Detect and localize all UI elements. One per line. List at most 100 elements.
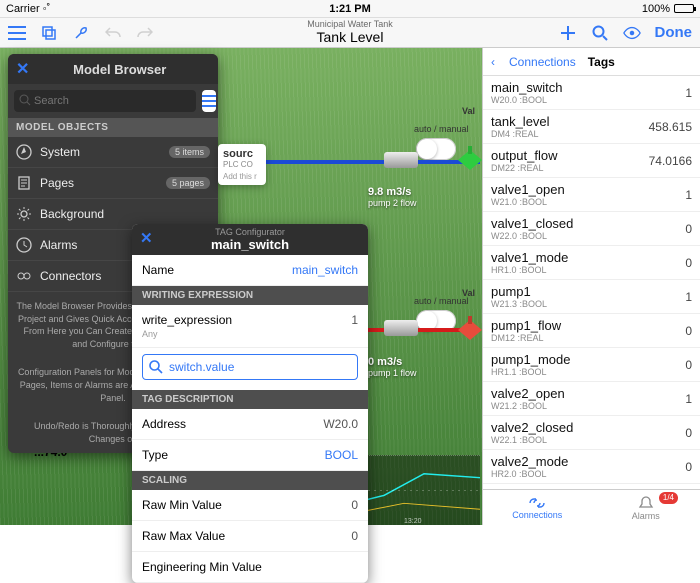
- cfg-subtitle: TAG Configurator: [138, 227, 362, 237]
- tag-name: valve2_open: [491, 386, 565, 401]
- battery-pct: 100%: [642, 3, 670, 15]
- tags-panel: ‹ Connections Tags main_switchW20.0 :BOO…: [482, 48, 700, 525]
- copy-icon[interactable]: [40, 24, 58, 42]
- close-icon[interactable]: ✕: [16, 59, 29, 79]
- tag-name: main_switch: [491, 80, 563, 95]
- redo-icon[interactable]: [136, 24, 154, 42]
- tag-meta: HR1.0 :BOOL: [491, 265, 568, 275]
- tag-name: valve1_open: [491, 182, 565, 197]
- tag-row[interactable]: pump1W21.3 :BOOL1: [483, 280, 700, 314]
- valve-label-2: Val: [462, 288, 475, 298]
- tag-name: pump1_flow: [491, 318, 561, 333]
- tag-value: 458.615: [649, 120, 692, 134]
- tag-row[interactable]: valve1_closedW22.0 :BOOL0: [483, 212, 700, 246]
- toggle-1[interactable]: [416, 138, 456, 160]
- tag-value: 0: [685, 222, 692, 236]
- cfg-rawmin-row[interactable]: Raw Min Value0: [132, 490, 368, 521]
- tag-name: pump1_mode: [491, 352, 571, 367]
- tag-name: output_flow: [491, 148, 558, 163]
- tag-value: 74.0166: [649, 154, 692, 168]
- status-bar: Carrier ◦˚ 1:21 PM 100%: [0, 0, 700, 18]
- close-icon[interactable]: ✕: [140, 229, 153, 247]
- tab-connections[interactable]: Connections: [483, 490, 592, 525]
- flow2: 0 m3/s: [368, 356, 402, 368]
- page-title: Tank Level: [307, 30, 393, 45]
- clock-icon: [16, 237, 32, 253]
- clock: 1:21 PM: [329, 3, 371, 15]
- count-pill: 5 items: [169, 146, 210, 158]
- connections-link[interactable]: Connections: [509, 55, 576, 69]
- automanual-label: auto / manual: [414, 124, 469, 134]
- tag-row[interactable]: pump1_modeHR1.1 :BOOL 0: [483, 348, 700, 382]
- browser-item-label: System: [40, 145, 161, 159]
- tag-value: 0: [685, 324, 692, 338]
- tag-value: 0: [685, 256, 692, 270]
- tag-list[interactable]: main_switchW20.0 :BOOL 1 tank_levelDM4 :RE…: [483, 76, 700, 489]
- cfg-type-row[interactable]: TypeBOOL: [132, 440, 368, 471]
- tag-value: 1: [685, 188, 692, 202]
- tag-name: valve1_mode: [491, 250, 568, 265]
- tag-meta: W21.2 :BOOL: [491, 401, 565, 411]
- tags-heading: Tags: [588, 55, 615, 69]
- expression-input[interactable]: [142, 354, 358, 380]
- browser-item-system[interactable]: System 5 items: [8, 137, 218, 168]
- tag-row[interactable]: valve2_closedW22.1 :BOOL0: [483, 416, 700, 450]
- add-icon[interactable]: [559, 24, 577, 42]
- tag-row[interactable]: pump1_flowDM12 :REAL 0: [483, 314, 700, 348]
- flow2-sub: pump 1 flow: [368, 368, 417, 378]
- toolbar: Municipal Water Tank Tank Level Done: [0, 18, 700, 48]
- back-chevron-icon[interactable]: ‹: [491, 55, 495, 69]
- tag-row[interactable]: valve2_openW21.2 :BOOL1: [483, 382, 700, 416]
- tag-row[interactable]: main_switchW20.0 :BOOL 1: [483, 76, 700, 110]
- tag-meta: DM12 :REAL: [491, 333, 561, 343]
- cfg-name-row[interactable]: Name main_switch: [132, 255, 368, 286]
- source-desc: Add this r: [223, 172, 261, 181]
- tag-meta: HR2.0 :BOOL: [491, 469, 568, 479]
- svg-text:13:20: 13:20: [404, 518, 422, 525]
- menu-icon[interactable]: [8, 24, 26, 42]
- valve-label-1: Val: [462, 106, 475, 116]
- tag-value: 0: [685, 460, 692, 474]
- search-icon[interactable]: [591, 24, 609, 42]
- tag-value: 0: [685, 358, 692, 372]
- cfg-title: main_switch: [138, 237, 362, 252]
- source-popup[interactable]: sourc PLC CO Add this r: [218, 144, 266, 185]
- tag-row[interactable]: valve2_modeHR2.0 :BOOL0: [483, 450, 700, 484]
- undo-icon[interactable]: [104, 24, 122, 42]
- eye-icon[interactable]: [623, 24, 641, 42]
- section-tag-description: TAG DESCRIPTION: [132, 390, 368, 409]
- link-icon: [528, 496, 546, 510]
- cfg-write-expression[interactable]: write_expression 1 Any: [132, 305, 368, 348]
- gear-icon: [16, 206, 32, 222]
- cfg-address-row[interactable]: AddressW20.0: [132, 409, 368, 440]
- tag-value: 1: [685, 86, 692, 100]
- expression-field[interactable]: [169, 360, 351, 374]
- tag-row[interactable]: output_flowDM22 :REAL74.0166: [483, 144, 700, 178]
- list-toggle-icon[interactable]: [202, 90, 216, 112]
- flow1: 9.8 m3/s: [368, 186, 411, 198]
- browser-item-pages[interactable]: Pages5 pages: [8, 168, 218, 199]
- bell-icon: [638, 495, 654, 511]
- flow1-sub: pump 2 flow: [368, 198, 417, 208]
- done-button[interactable]: Done: [655, 24, 693, 41]
- tag-row[interactable]: valve1_openW21.0 :BOOL1: [483, 178, 700, 212]
- tag-meta: W20.0 :BOOL: [491, 95, 563, 105]
- search-input[interactable]: [14, 90, 196, 112]
- section-writing-expression: WRITING EXPRESSION: [132, 286, 368, 305]
- tag-name: pump1: [491, 284, 547, 299]
- tag-meta: W22.0 :BOOL: [491, 231, 573, 241]
- compass-icon: [16, 144, 32, 160]
- cfg-rawmax-row[interactable]: Raw Max Value0: [132, 521, 368, 552]
- wrench-icon[interactable]: [72, 24, 90, 42]
- tag-value: 1: [685, 290, 692, 304]
- tag-name: tank_level: [491, 114, 550, 129]
- tab-alarms[interactable]: Alarms 1/4: [592, 490, 700, 525]
- cfg-engmin-row[interactable]: Engineering Min Value: [132, 552, 368, 583]
- browser-item-label: Background: [40, 207, 210, 221]
- tag-row[interactable]: valve1_modeHR1.0 :BOOL 0: [483, 246, 700, 280]
- search-icon: [19, 94, 31, 106]
- tag-configurator[interactable]: ✕ TAG Configurator main_switch Name main…: [132, 224, 368, 583]
- tag-row[interactable]: tank_levelDM4 :REAL458.615: [483, 110, 700, 144]
- automanual-label-2: auto / manual: [414, 296, 469, 306]
- tag-meta: HR1.1 :BOOL: [491, 367, 571, 377]
